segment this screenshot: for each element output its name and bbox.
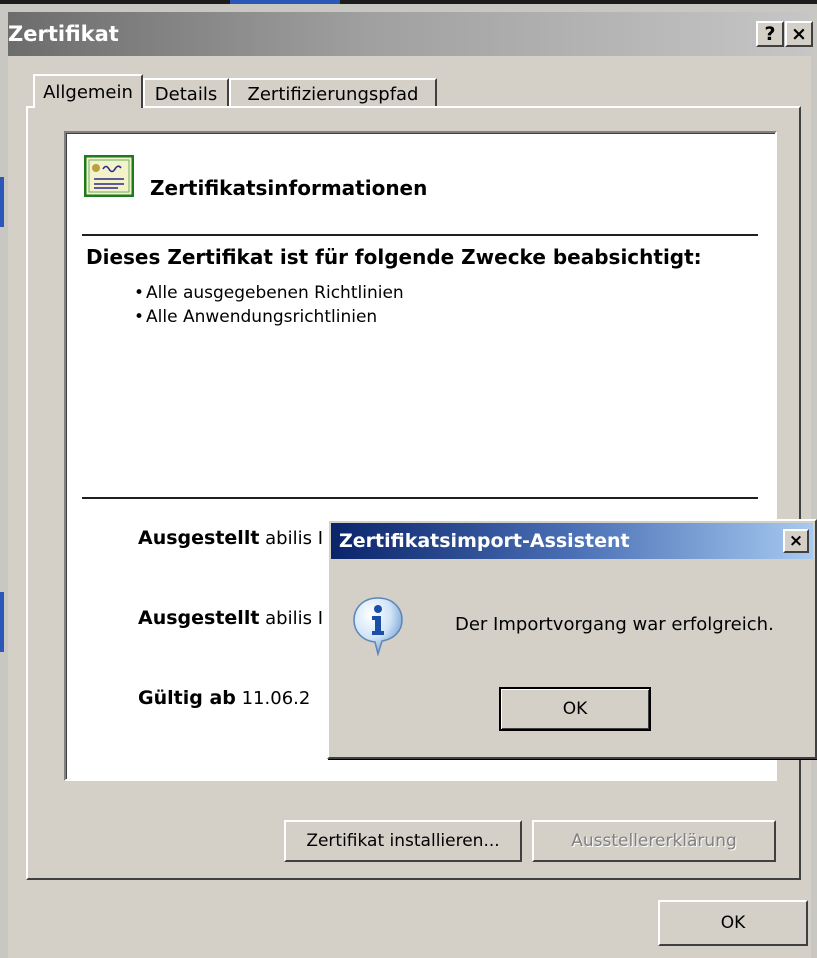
tab-certification-path-label: Zertifizierungspfad bbox=[247, 84, 419, 105]
messagebox-close-button[interactable]: × bbox=[783, 529, 809, 553]
background-window-edge-left bbox=[0, 12, 8, 958]
messagebox-message: Der Importvorgang war erfolgreich. bbox=[455, 614, 774, 635]
dialog-title: Zertifikat bbox=[8, 22, 119, 46]
purpose-title: Dieses Zertifikat ist für folgende Zweck… bbox=[86, 245, 702, 269]
messagebox-ok-button[interactable]: OK bbox=[499, 687, 651, 731]
issuer-statement-button[interactable]: Ausstellererklärung bbox=[532, 820, 776, 862]
valid-from-label: Gültig ab bbox=[138, 687, 236, 709]
valid-from-value: 11.06.2 bbox=[241, 688, 311, 709]
list-item: Alle Anwendungsrichtlinien bbox=[134, 305, 404, 329]
tab-details[interactable]: Details bbox=[143, 78, 229, 108]
issued-by-label: Ausgestellt bbox=[138, 607, 260, 629]
close-icon: × bbox=[791, 23, 807, 45]
tab-certification-path[interactable]: Zertifizierungspfad bbox=[229, 78, 437, 108]
info-heading: Zertifikatsinformationen bbox=[150, 176, 428, 200]
messagebox-titlebar[interactable]: Zertifikatsimport-Assistent × bbox=[331, 523, 813, 559]
issued-to-value: abilis I bbox=[265, 528, 324, 549]
issued-to-label: Ausgestellt bbox=[138, 527, 260, 549]
help-icon: ? bbox=[764, 23, 776, 45]
tab-general[interactable]: Allgemein bbox=[33, 74, 143, 108]
list-item: Alle ausgegebenen Richtlinien bbox=[134, 281, 404, 305]
certificate-icon bbox=[84, 155, 134, 197]
valid-from-row: Gültig ab 11.06.2 bbox=[138, 687, 310, 709]
close-icon: × bbox=[788, 531, 804, 551]
import-wizard-messagebox: Zertifikatsimport-Assistent × Der Import… bbox=[327, 519, 817, 759]
issued-to-row: Ausgestellt abilis I bbox=[138, 527, 323, 549]
purpose-list: Alle ausgegebenen Richtlinien Alle Anwen… bbox=[134, 281, 404, 329]
divider bbox=[82, 497, 758, 499]
ok-button[interactable]: OK bbox=[658, 900, 808, 946]
info-icon bbox=[353, 597, 403, 657]
dialog-titlebar[interactable]: Zertifikat ? × bbox=[8, 12, 813, 56]
messagebox-title: Zertifikatsimport-Assistent bbox=[339, 530, 630, 552]
background-window-edge-right bbox=[811, 12, 817, 958]
help-button[interactable]: ? bbox=[756, 21, 784, 47]
divider bbox=[82, 234, 758, 236]
issued-by-row: Ausgestellt abilis I bbox=[138, 607, 323, 629]
tab-details-label: Details bbox=[154, 84, 218, 105]
background-window-edge-top bbox=[0, 0, 817, 12]
install-certificate-button[interactable]: Zertifikat installieren... bbox=[284, 820, 522, 862]
issued-by-value: abilis I bbox=[265, 608, 324, 629]
close-button[interactable]: × bbox=[785, 21, 813, 47]
tab-general-label: Allgemein bbox=[43, 82, 133, 103]
